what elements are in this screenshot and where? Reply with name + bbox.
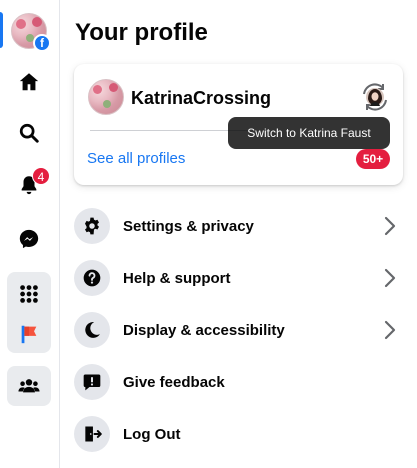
current-profile-name[interactable]: KatrinaCrossing xyxy=(131,88,271,109)
active-indicator xyxy=(0,12,3,48)
see-all-profiles-link[interactable]: See all profiles xyxy=(87,150,185,167)
menu-item-label: Give feedback xyxy=(123,373,225,391)
feedback-icon xyxy=(74,364,110,400)
messenger-icon[interactable] xyxy=(14,224,44,254)
card-divider xyxy=(90,130,250,131)
moon-icon xyxy=(74,312,110,348)
menu-item-display-accessibility[interactable]: Display & accessibility xyxy=(74,308,404,352)
menu-item-label: Display & accessibility xyxy=(123,321,285,339)
menu-item-label: Settings & privacy xyxy=(123,217,254,235)
home-icon[interactable] xyxy=(14,67,44,97)
menu-item-help-support[interactable]: Help & support xyxy=(74,256,404,300)
chevron-right-icon xyxy=(380,268,400,288)
profiles-count-badge: 50+ xyxy=(356,149,390,169)
groups-icon[interactable] xyxy=(14,371,44,401)
shortcuts-group xyxy=(7,272,51,353)
left-nav-rail: f 4 xyxy=(0,0,60,468)
switch-profile-icon[interactable] xyxy=(360,82,390,112)
search-icon[interactable] xyxy=(14,118,44,148)
logout-icon xyxy=(74,416,110,452)
question-icon xyxy=(74,260,110,296)
groups-group xyxy=(7,366,51,406)
flag-icon[interactable] xyxy=(14,319,44,349)
menu-item-log-out[interactable]: Log Out xyxy=(74,412,404,456)
chevron-right-icon xyxy=(380,216,400,236)
menu-item-label: Log Out xyxy=(123,425,181,443)
grid-menu-icon[interactable] xyxy=(14,279,44,309)
notifications-count-badge: 4 xyxy=(32,167,50,185)
switch-profile-tooltip: Switch to Katrina Faust xyxy=(228,117,390,149)
gear-icon xyxy=(74,208,110,244)
chevron-right-icon xyxy=(380,320,400,340)
page-title: Your profile xyxy=(75,19,208,46)
menu-item-settings-privacy[interactable]: Settings & privacy xyxy=(74,204,404,248)
facebook-logo-icon: f xyxy=(33,34,51,52)
menu-item-label: Help & support xyxy=(123,269,231,287)
current-profile-avatar[interactable] xyxy=(88,79,124,115)
menu-item-give-feedback[interactable]: Give feedback xyxy=(74,360,404,404)
